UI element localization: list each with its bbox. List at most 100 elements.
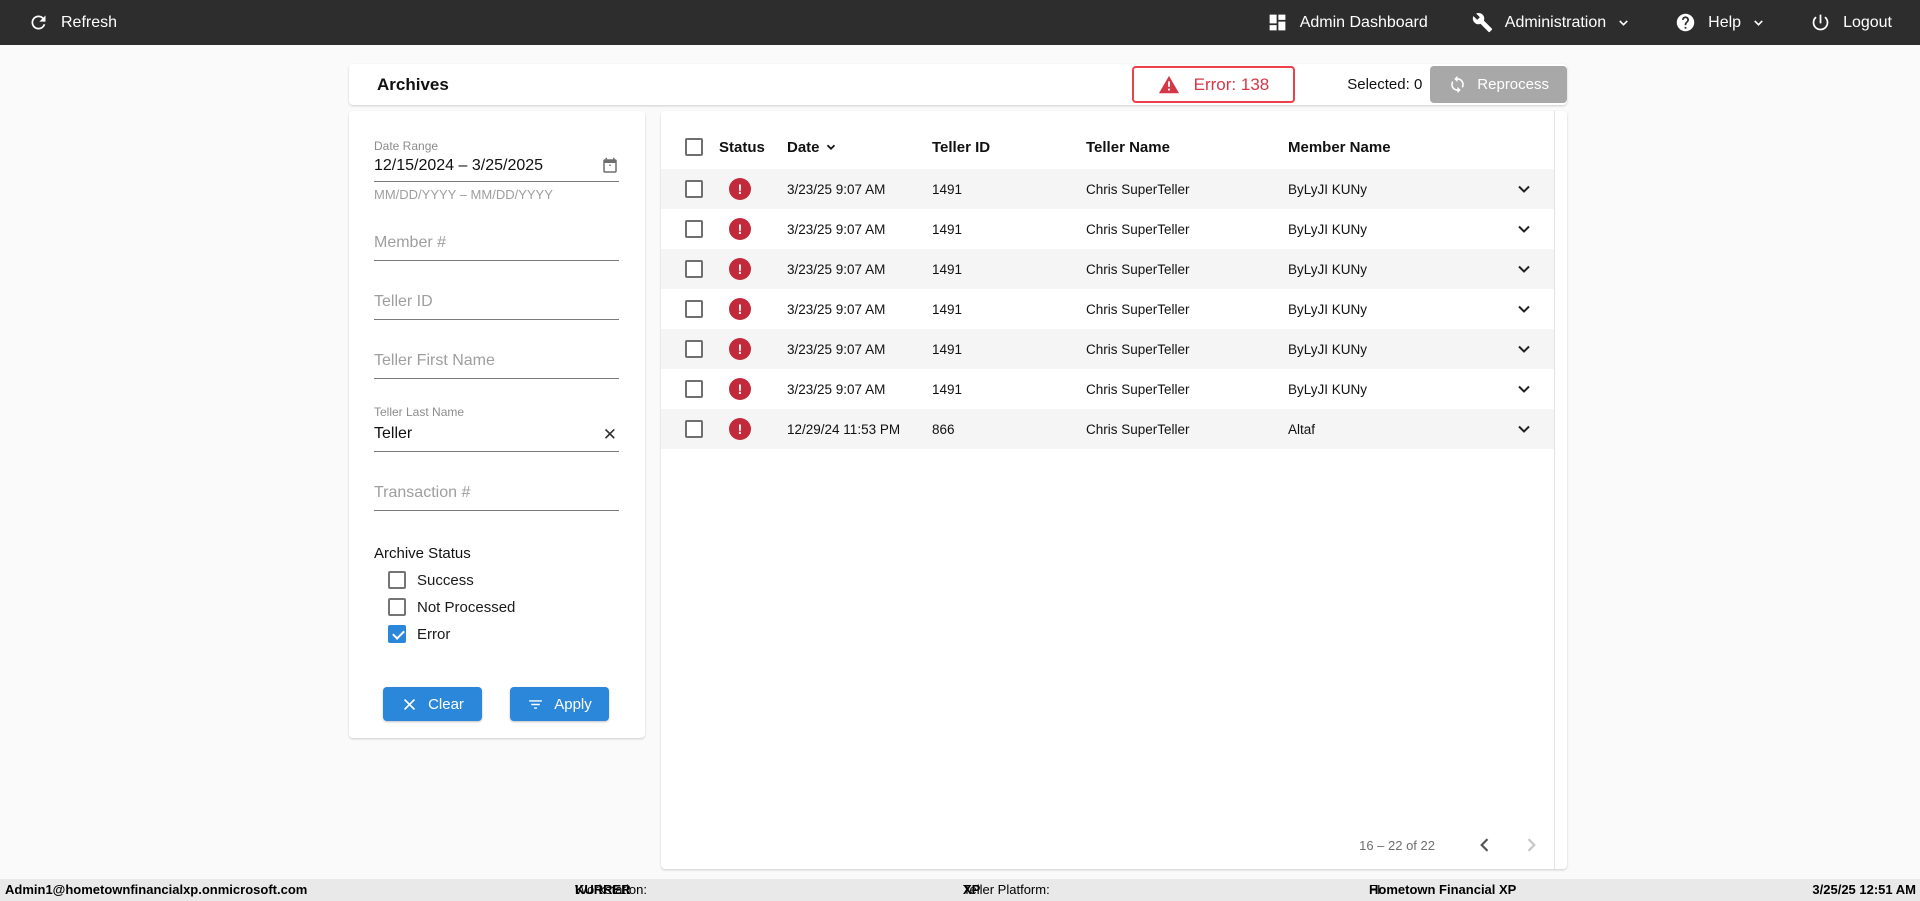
checkbox-not-processed-label: Not Processed	[417, 598, 516, 616]
nav-admin-dashboard[interactable]: Admin Dashboard	[1267, 12, 1428, 33]
clear-button-label: Clear	[428, 695, 464, 713]
nav-logout[interactable]: Logout	[1810, 12, 1892, 33]
filter-icon	[529, 699, 543, 709]
page-title: Archives	[377, 74, 449, 94]
apply-button[interactable]: Apply	[510, 687, 609, 721]
expand-row-icon[interactable]	[1514, 379, 1534, 399]
table-row[interactable]: ! 12/29/24 11:53 PM 866 Chris SuperTelle…	[661, 409, 1554, 449]
clear-field-icon[interactable]: ✕	[601, 425, 619, 445]
chevron-down-icon	[1754, 20, 1763, 26]
checkbox-not-processed[interactable]	[388, 598, 406, 616]
transaction-number-input[interactable]	[374, 478, 619, 511]
checkbox-error[interactable]	[388, 625, 406, 643]
page-header: Archives Error: 138 Selected: 0 Reproces…	[349, 64, 1567, 105]
date-range-hint: MM/DD/YYYY – MM/DD/YYYY	[374, 187, 553, 202]
teller-id-input[interactable]	[374, 287, 619, 320]
topbar-nav: Admin Dashboard Administration Help Logo…	[1267, 12, 1892, 33]
cell-member-name: ByLyJI KUNy	[1288, 301, 1368, 317]
select-all-checkbox[interactable]	[685, 138, 703, 156]
sort-desc-icon	[826, 144, 835, 150]
error-status-icon: !	[729, 378, 751, 400]
content: Archives Error: 138 Selected: 0 Reproces…	[349, 64, 1567, 869]
row-checkbox[interactable]	[685, 420, 703, 438]
expand-row-icon[interactable]	[1514, 259, 1534, 279]
row-checkbox[interactable]	[685, 260, 703, 278]
date-range-field: Date Range 12/15/2024 – 3/25/2025 MM/DD/…	[374, 139, 619, 202]
error-status-icon: !	[729, 218, 751, 240]
archive-status-group: Archive Status Success Not Processed Err…	[374, 545, 619, 643]
row-checkbox[interactable]	[685, 220, 703, 238]
column-header-status[interactable]: Status	[719, 139, 787, 156]
cell-date: 3/23/25 9:07 AM	[787, 261, 886, 277]
row-checkbox[interactable]	[685, 300, 703, 318]
cell-member-name: ByLyJI KUNy	[1288, 181, 1368, 197]
reprocess-button[interactable]: Reprocess	[1430, 66, 1567, 103]
cell-teller-id: 1491	[932, 341, 963, 357]
table-row[interactable]: ! 3/23/25 9:07 AM 1491 Chris SuperTeller…	[661, 169, 1554, 209]
clear-x-icon	[404, 698, 416, 710]
teller-last-name-input[interactable]	[374, 419, 601, 451]
power-icon	[1812, 14, 1829, 31]
table-row[interactable]: ! 3/23/25 9:07 AM 1491 Chris SuperTeller…	[661, 369, 1554, 409]
table-row[interactable]: ! 3/23/25 9:07 AM 1491 Chris SuperTeller…	[661, 329, 1554, 369]
cell-date: 12/29/24 11:53 PM	[787, 421, 901, 437]
column-header-member-name[interactable]: Member Name	[1288, 139, 1494, 156]
cell-member-name: ByLyJI KUNy	[1288, 221, 1368, 237]
row-checkbox[interactable]	[685, 380, 703, 398]
teller-first-name-input[interactable]	[374, 346, 619, 379]
table-row[interactable]: ! 3/23/25 9:07 AM 1491 Chris SuperTeller…	[661, 209, 1554, 249]
selected-count: Selected: 0	[1347, 76, 1423, 93]
sync-icon	[1451, 75, 1465, 94]
expand-row-icon[interactable]	[1514, 339, 1534, 359]
table-row[interactable]: ! 3/23/25 9:07 AM 1491 Chris SuperTeller…	[661, 289, 1554, 329]
cell-member-name: ByLyJI KUNy	[1288, 341, 1368, 357]
error-status-icon: !	[729, 338, 751, 360]
header-actions: Error: 138 Selected: 0 Reprocess	[1131, 66, 1567, 103]
cell-teller-id: 866	[932, 421, 955, 437]
error-status-icon: !	[729, 178, 751, 200]
teller-id-field	[374, 287, 619, 320]
nav-logout-label: Logout	[1843, 13, 1892, 31]
row-checkbox[interactable]	[685, 180, 703, 198]
date-range-label: Date Range	[374, 139, 439, 153]
footer-datetime: 3/25/25 12:51 AM	[1812, 882, 1916, 897]
cell-date: 3/23/25 9:07 AM	[787, 181, 886, 197]
refresh-button[interactable]: Refresh	[28, 12, 117, 33]
expand-row-icon[interactable]	[1514, 179, 1534, 199]
transaction-number-field	[374, 478, 619, 511]
next-page-icon[interactable]	[1521, 835, 1541, 855]
table-row[interactable]: ! 3/23/25 9:07 AM 1491 Chris SuperTeller…	[661, 249, 1554, 289]
archive-status-option-1[interactable]: Not Processed	[388, 598, 619, 616]
column-header-date[interactable]: Date	[787, 139, 932, 156]
member-number-field	[374, 228, 619, 261]
table-scrollbar[interactable]	[1554, 111, 1567, 869]
expand-row-icon[interactable]	[1514, 219, 1534, 239]
expand-row-icon[interactable]	[1514, 299, 1534, 319]
teller-last-name-label: Teller Last Name	[374, 405, 465, 419]
archive-status-option-2[interactable]: Error	[388, 625, 619, 643]
error-count-badge[interactable]: Error: 138	[1131, 66, 1296, 103]
nav-help[interactable]: Help	[1675, 12, 1766, 33]
cell-date: 3/23/25 9:07 AM	[787, 301, 886, 317]
row-checkbox[interactable]	[685, 340, 703, 358]
nav-admin-dashboard-label: Admin Dashboard	[1299, 13, 1428, 31]
date-range-input[interactable]: 12/15/2024 – 3/25/2025	[374, 153, 619, 182]
apply-button-label: Apply	[554, 695, 592, 713]
member-number-input[interactable]	[374, 228, 619, 261]
column-header-teller-name[interactable]: Teller Name	[1086, 139, 1288, 156]
archive-status-option-0[interactable]: Success	[388, 571, 619, 589]
calendar-icon[interactable]	[601, 157, 619, 175]
column-header-teller-id[interactable]: Teller ID	[932, 139, 1086, 156]
expand-row-icon[interactable]	[1514, 419, 1534, 439]
checkbox-success[interactable]	[388, 571, 406, 589]
dashboard-icon	[1269, 14, 1286, 31]
reprocess-label: Reprocess	[1477, 76, 1549, 93]
table-header-row: Status Date Teller ID Teller Name Member…	[661, 111, 1554, 169]
pagination: 16 – 22 of 22	[1359, 835, 1541, 855]
clear-button[interactable]: Clear	[383, 687, 482, 721]
cell-teller-name: Chris SuperTeller	[1086, 421, 1190, 437]
previous-page-icon[interactable]	[1475, 835, 1495, 855]
nav-administration[interactable]: Administration	[1472, 12, 1631, 33]
cell-teller-name: Chris SuperTeller	[1086, 301, 1190, 317]
table-body: ! 3/23/25 9:07 AM 1491 Chris SuperTeller…	[661, 169, 1567, 449]
